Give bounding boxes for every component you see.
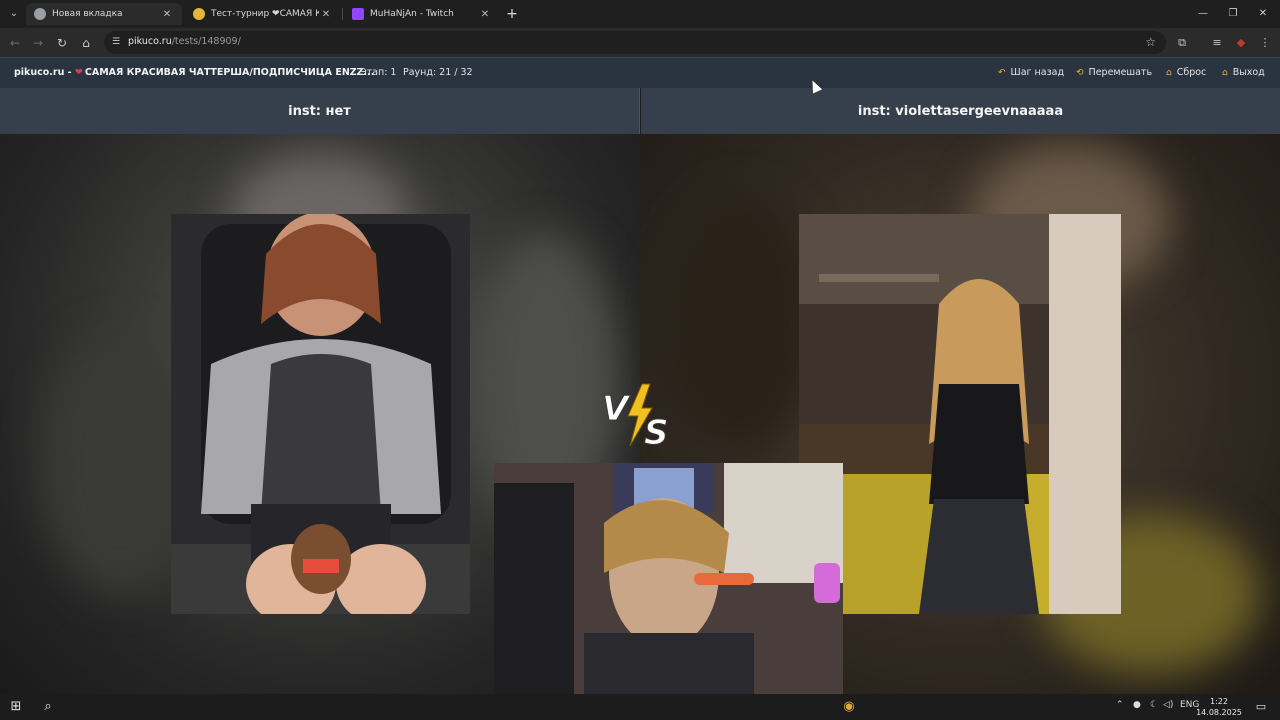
minimize-icon[interactable]: —: [1195, 6, 1211, 22]
left-contestant-name[interactable]: inst: нет: [0, 88, 640, 134]
tray-expand-icon[interactable]: ⌃: [1116, 700, 1124, 710]
site-header: pikuco.ru - ❤ САМАЯ КРАСИВАЯ ЧАТТЕРША/ПОД…: [0, 57, 1280, 88]
shuffle-button[interactable]: ⟲ Перемешать: [1076, 67, 1152, 78]
home-icon[interactable]: ⌂: [77, 34, 95, 52]
reset-label: Сброс: [1176, 67, 1207, 78]
volume-icon[interactable]: ◁): [1163, 700, 1173, 710]
extensions-icon[interactable]: ⧉: [1173, 34, 1191, 52]
heart-icon: ❤: [74, 67, 83, 78]
right-photo-illustration: [799, 214, 1121, 614]
moon-icon[interactable]: ☾: [1150, 700, 1158, 710]
exit-button[interactable]: ⌂ Выход: [1222, 67, 1265, 78]
reset-icon: ⌂: [1166, 68, 1172, 78]
site-info-icon[interactable]: ☰: [110, 36, 122, 48]
exit-icon: ⌂: [1222, 68, 1228, 78]
exit-label: Выход: [1232, 67, 1265, 78]
browser-toolbar: ← → ↻ ⌂ ☰ pikuco.ru/tests/148909/ ☆ ⧉ ≡ …: [0, 28, 1280, 57]
restore-icon[interactable]: ❐: [1225, 6, 1241, 22]
right-contestant-photo[interactable]: [799, 214, 1121, 614]
round-indicator: Раунд: 21 / 32: [403, 67, 473, 78]
vs-letter-s: S: [644, 413, 669, 452]
tab-title: MuHaNjAn - Twitch: [370, 9, 454, 19]
bookmark-star-icon[interactable]: ☆: [1145, 35, 1156, 49]
brand-label: pikuco.ru -: [14, 67, 72, 78]
profile-shield-icon[interactable]: ◆: [1232, 34, 1250, 52]
twitch-icon: [352, 8, 364, 20]
stage-indicator: Этап: 1: [360, 67, 397, 78]
left-contestant-photo[interactable]: [171, 214, 470, 614]
notifications-icon[interactable]: ▭: [1252, 698, 1270, 716]
reset-button[interactable]: ⌂ Сброс: [1166, 67, 1206, 78]
tab-search-icon[interactable]: ⌄: [6, 6, 22, 22]
step-back-button[interactable]: ↶ Шаг назад: [998, 67, 1064, 78]
url-text: pikuco.ru/tests/148909/: [128, 36, 241, 47]
window-close-icon[interactable]: ✕: [1255, 6, 1271, 22]
search-icon[interactable]: ⌕: [39, 698, 57, 716]
close-icon[interactable]: ✕: [319, 9, 333, 20]
clock-time: 1:22: [1210, 697, 1228, 706]
shuffle-label: Перемешать: [1088, 67, 1153, 78]
close-icon[interactable]: ✕: [160, 9, 174, 20]
windows-start-icon[interactable]: ⊞: [7, 698, 25, 716]
chrome-icon: [34, 8, 46, 20]
shuffle-icon: ⟲: [1076, 68, 1084, 78]
tab-title: Новая вкладка: [52, 9, 123, 19]
address-bar[interactable]: ☰ pikuco.ru/tests/148909/ ☆: [104, 31, 1166, 54]
step-back-label: Шаг назад: [1010, 67, 1065, 78]
new-tab-plus-icon[interactable]: +: [503, 5, 521, 23]
chrome-taskbar-icon[interactable]: ◉: [840, 698, 858, 716]
left-photo-illustration: [171, 214, 470, 614]
right-contestant-name[interactable]: inst: violettasergeevnaaaaa: [641, 88, 1280, 134]
more-menu-icon[interactable]: ⋮: [1256, 34, 1274, 52]
close-icon[interactable]: ✕: [478, 9, 492, 20]
tab-new-tab[interactable]: Новая вкладка ✕: [26, 3, 182, 25]
site-favicon-icon: [193, 8, 205, 20]
forward-arrow-icon[interactable]: →: [29, 34, 47, 52]
back-arrow-icon[interactable]: ←: [6, 34, 24, 52]
undo-icon: ↶: [998, 68, 1006, 78]
site-brand[interactable]: pikuco.ru - ❤ САМАЯ КРАСИВАЯ ЧАТТЕРША/ПОД…: [14, 67, 374, 78]
streamer-webcam-overlay: [494, 463, 843, 694]
microphone-icon[interactable]: ●: [1133, 700, 1141, 710]
media-control-icon[interactable]: ≡: [1208, 34, 1226, 52]
tab-test-tournament[interactable]: Тест-турнир ❤САМАЯ КРАСИ ✕: [185, 3, 341, 25]
reload-icon[interactable]: ↻: [53, 34, 71, 52]
match-arena: V S: [0, 134, 1280, 694]
versus-badge: V S: [600, 382, 680, 454]
system-clock[interactable]: 1:22 14.08.2025: [1196, 696, 1242, 718]
test-title: САМАЯ КРАСИВАЯ ЧАТТЕРША/ПОДПИСЧИЦА ENZZ.…: [84, 67, 375, 78]
windows-taskbar: ⊞ ⌕ ◉ ⌃ ● ☾ ◁) ENG 1:22 14.08.2025 ▭: [0, 694, 1280, 720]
tab-divider: [342, 8, 343, 20]
tab-strip: ⌄ Новая вкладка ✕ Тест-турнир ❤САМАЯ КРА…: [0, 0, 1280, 28]
clock-date: 14.08.2025: [1196, 708, 1242, 717]
vs-letter-v: V: [602, 389, 631, 429]
tab-twitch[interactable]: MuHaNjAn - Twitch ✕: [344, 3, 500, 25]
tab-title: Тест-турнир ❤САМАЯ КРАСИ: [211, 9, 319, 19]
